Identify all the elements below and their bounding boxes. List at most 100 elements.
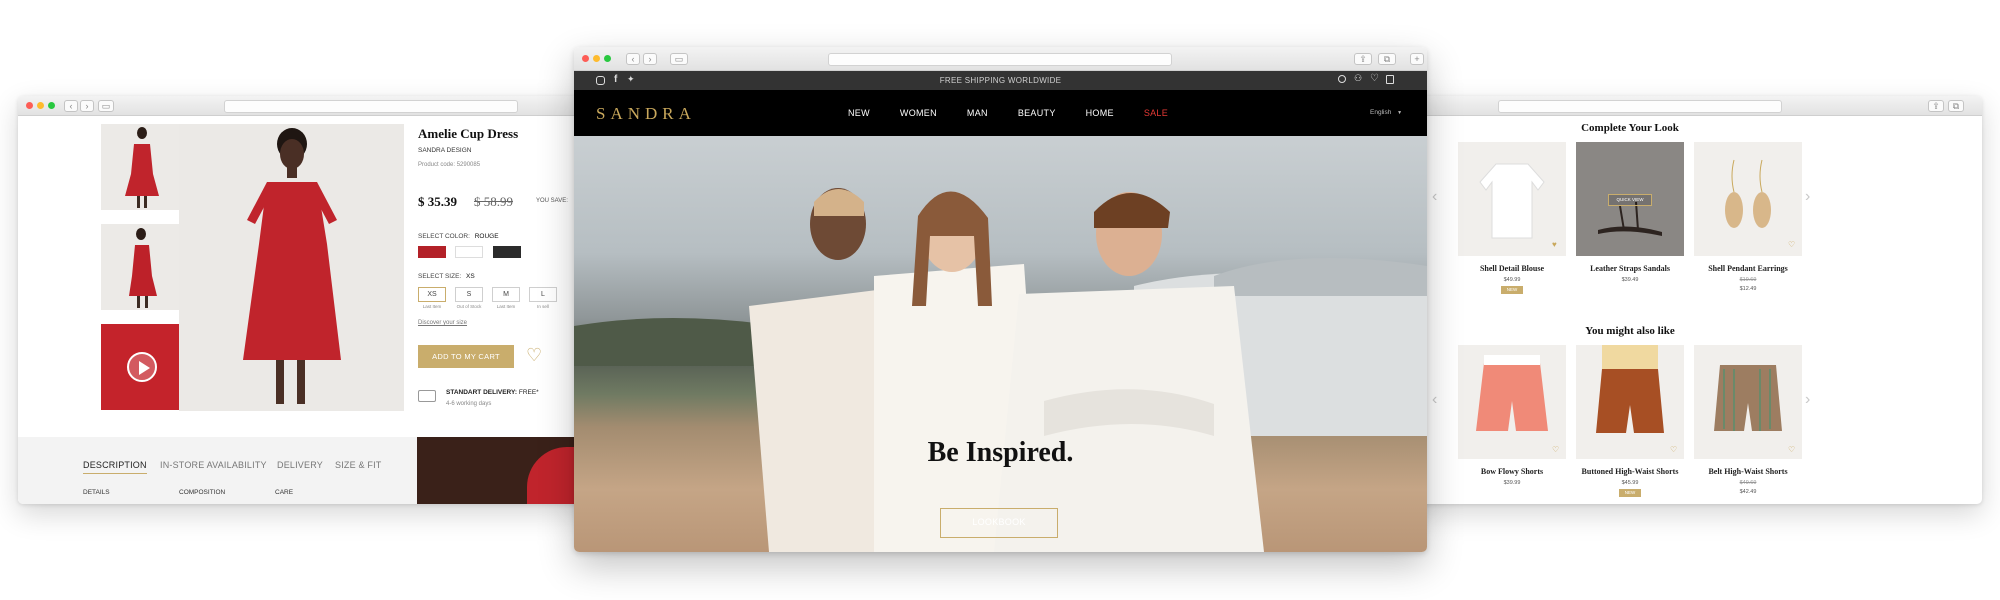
share-icon-main[interactable]: ⇪ xyxy=(1354,53,1372,65)
color-swatch-black[interactable] xyxy=(493,246,521,258)
select-size-text: SELECT SIZE: xyxy=(418,273,462,280)
nav-menu: NEW WOMEN MAN BEAUTY HOME SALE xyxy=(848,108,1168,118)
select-size-label: SELECT SIZE: XS xyxy=(418,273,475,280)
window-controls[interactable] xyxy=(26,102,55,109)
product-price-buttoned-shorts: $45.99 xyxy=(1621,480,1639,486)
tab-size-fit[interactable]: SIZE & FIT xyxy=(335,460,382,470)
homepage-window: ‹ › ▭ ⇪ ⧉ + f ✦ FREE SHIPPING WORLDWIDE … xyxy=(574,47,1427,552)
lookbook-button[interactable]: LOOKBOOK xyxy=(940,508,1058,538)
product-card-belt-shorts[interactable]: ♡ xyxy=(1694,345,1802,459)
discover-size-link[interactable]: Discover your size xyxy=(418,320,467,326)
product-name-buttoned-shorts[interactable]: Buttoned High-Waist Shorts xyxy=(1576,467,1684,476)
detail-header-care: CARE xyxy=(275,489,294,496)
browser-chrome: ‹ › ▭ xyxy=(18,96,620,116)
color-swatch-red[interactable] xyxy=(418,246,446,258)
product-code: Product code: 5290085 xyxy=(418,162,481,168)
heart-icon-buttoned-shorts[interactable]: ♡ xyxy=(1670,445,1677,454)
quick-view-button[interactable]: QUICK VIEW xyxy=(1608,194,1652,206)
selected-size: XS xyxy=(466,273,475,280)
you-save-label: YOU SAVE: xyxy=(536,198,568,204)
product-name-sandals[interactable]: Leather Straps Sandals xyxy=(1576,264,1684,273)
thumbnail-side[interactable] xyxy=(101,224,183,310)
nav-beauty[interactable]: BEAUTY xyxy=(1018,108,1056,118)
chevron-down-icon: ▼ xyxy=(1397,110,1403,116)
tab-in-store-availability[interactable]: IN-STORE AVAILABILITY xyxy=(160,460,267,470)
add-to-cart-button[interactable]: ADD TO MY CART xyxy=(418,345,514,368)
bag-icon[interactable] xyxy=(1386,75,1394,84)
heart-icon-earrings[interactable]: ♡ xyxy=(1788,240,1795,249)
nav-women[interactable]: WOMEN xyxy=(900,108,937,118)
play-icon[interactable] xyxy=(127,352,157,382)
product-name-belt-shorts[interactable]: Belt High-Waist Shorts xyxy=(1694,467,1802,476)
product-window: ‹ › ▭ Amelie Cup Dress SANDRA DESIGN Pro… xyxy=(18,96,620,504)
size-note-s: Out of Stock xyxy=(456,304,482,309)
tab-delivery[interactable]: DELIVERY xyxy=(277,460,323,470)
size-option-l[interactable]: L xyxy=(529,287,557,302)
product-card-blouse[interactable]: ♥ xyxy=(1458,142,1566,256)
select-color-text: SELECT COLOR: xyxy=(418,233,470,240)
sidebar-icon[interactable]: ▭ xyxy=(98,100,114,112)
thumbnail-front[interactable] xyxy=(101,124,183,210)
language-selector[interactable]: English ▼ xyxy=(1370,109,1402,116)
tabs-icon[interactable]: ⧉ xyxy=(1948,100,1964,112)
product-brand: SANDRA DESIGN xyxy=(418,147,472,154)
hero-headline: Be Inspired. xyxy=(927,437,1074,468)
product-old-price-belt-shorts: $49.69 xyxy=(1739,480,1757,486)
wishlist-heart-icon[interactable]: ♡ xyxy=(526,345,542,366)
wishlist-icon[interactable]: ♡ xyxy=(1370,73,1379,84)
carousel-prev-icon-bottom[interactable]: ‹ xyxy=(1432,391,1437,409)
main-nav-bar: SANDRA NEW WOMEN MAN BEAUTY HOME SALE En… xyxy=(574,90,1427,136)
nav-man[interactable]: MAN xyxy=(967,108,988,118)
product-card-bow-shorts[interactable]: ♡ xyxy=(1458,345,1566,459)
color-swatch-white[interactable] xyxy=(455,246,483,258)
sidebar-icon-main[interactable]: ▭ xyxy=(670,53,688,65)
detail-header-details: DETAILS xyxy=(83,489,110,496)
nav-new[interactable]: NEW xyxy=(848,108,870,118)
heart-icon-bow-shorts[interactable]: ♡ xyxy=(1552,445,1559,454)
account-icon[interactable]: ⚇ xyxy=(1354,73,1362,84)
back-icon-main[interactable]: ‹ xyxy=(626,53,640,65)
back-icon[interactable]: ‹ xyxy=(64,100,78,112)
address-bar-right[interactable] xyxy=(1498,100,1782,113)
size-option-xs[interactable]: XS xyxy=(418,287,446,302)
promo-text: FREE SHIPPING WORLDWIDE xyxy=(939,76,1062,85)
heart-icon-belt-shorts[interactable]: ♡ xyxy=(1788,445,1795,454)
delivery-free-text: FREE* xyxy=(518,389,539,396)
product-card-buttoned-shorts[interactable]: ♡ xyxy=(1576,345,1684,459)
forward-icon-main[interactable]: › xyxy=(643,53,657,65)
thumbnail-video[interactable] xyxy=(101,324,183,410)
product-main-image[interactable] xyxy=(179,124,404,411)
search-icon[interactable] xyxy=(1338,75,1346,83)
product-price-sandals: $39.49 xyxy=(1621,277,1639,283)
nav-sale[interactable]: SALE xyxy=(1144,108,1168,118)
size-option-m[interactable]: M xyxy=(492,287,520,302)
product-name-blouse[interactable]: Shell Detail Blouse xyxy=(1458,264,1566,273)
carousel-next-icon-bottom[interactable]: › xyxy=(1805,391,1810,409)
site-logo[interactable]: SANDRA xyxy=(596,104,696,124)
carousel-prev-icon-top[interactable]: ‹ xyxy=(1432,188,1437,206)
product-card-sandals[interactable]: QUICK VIEW xyxy=(1576,142,1684,256)
carousel-next-icon-top[interactable]: › xyxy=(1805,188,1810,206)
tabs-icon-main[interactable]: ⧉ xyxy=(1378,53,1396,65)
product-name-bow-shorts[interactable]: Bow Flowy Shorts xyxy=(1458,467,1566,476)
new-badge-buttoned-shorts: NEW xyxy=(1619,489,1641,497)
language-label: English xyxy=(1370,109,1392,116)
share-icon[interactable]: ⇪ xyxy=(1928,100,1944,112)
delivery-truck-icon xyxy=(418,390,436,402)
size-note-l: In sell xyxy=(537,304,549,309)
nav-home[interactable]: HOME xyxy=(1086,108,1114,118)
product-card-earrings[interactable]: ♡ xyxy=(1694,142,1802,256)
forward-icon[interactable]: › xyxy=(80,100,94,112)
window-controls-main[interactable] xyxy=(582,55,611,62)
tab-description[interactable]: DESCRIPTION xyxy=(83,460,147,474)
product-old-price-earrings: $19.69 xyxy=(1739,277,1757,283)
product-price-bow-shorts: $39.99 xyxy=(1503,480,1521,486)
heart-icon-blouse[interactable]: ♥ xyxy=(1552,240,1557,249)
address-bar-main[interactable] xyxy=(828,53,1172,66)
address-bar[interactable] xyxy=(224,100,518,113)
new-badge-blouse: NEW xyxy=(1501,286,1523,294)
new-tab-icon[interactable]: + xyxy=(1410,53,1424,65)
product-page: Amelie Cup Dress SANDRA DESIGN Product c… xyxy=(18,116,620,504)
product-name-earrings[interactable]: Shell Pendant Earrings xyxy=(1694,264,1802,273)
size-option-s[interactable]: S xyxy=(455,287,483,302)
